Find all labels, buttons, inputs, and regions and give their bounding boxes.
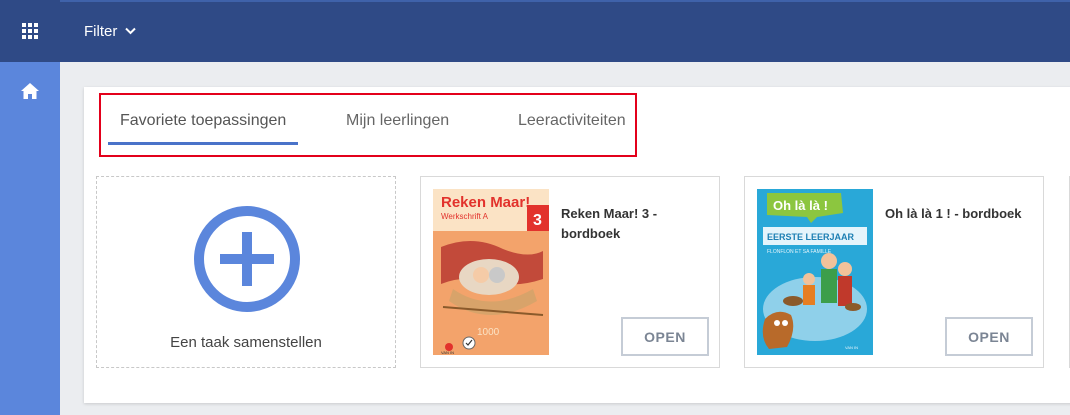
book-cover-oh-la-la[interactable]: Oh là là ! EERSTE LEERJAAR FLONFLON ET S… xyxy=(757,189,873,355)
apps-grid-icon xyxy=(22,23,38,39)
add-task-label: Een taak samenstellen xyxy=(170,334,322,351)
svg-text:VAN IN: VAN IN xyxy=(845,345,858,350)
active-tab-indicator xyxy=(108,142,298,145)
svg-text:1000: 1000 xyxy=(477,327,500,338)
book-cover-reken-maar[interactable]: Reken Maar! Werkschrift A 3 1000 VAN IN xyxy=(433,189,549,355)
svg-text:Werkschrift A: Werkschrift A xyxy=(441,212,489,221)
filter-label: Filter xyxy=(84,22,118,40)
sidebar xyxy=(0,0,60,415)
tab-leeractiviteiten[interactable]: Leeractiviteiten xyxy=(518,112,626,130)
chevron-down-icon xyxy=(125,27,137,35)
main-panel: Favoriete toepassingen Mijn leerlingen L… xyxy=(84,87,1070,403)
open-button[interactable]: OPEN xyxy=(621,317,709,356)
add-circle-icon xyxy=(194,206,300,312)
apps-button[interactable] xyxy=(0,0,60,62)
svg-text:VAN IN: VAN IN xyxy=(441,350,454,355)
top-bar: Filter xyxy=(60,0,1070,62)
tab-mijn-leerlingen[interactable]: Mijn leerlingen xyxy=(346,112,449,130)
home-button[interactable] xyxy=(0,62,60,120)
filter-dropdown[interactable]: Filter xyxy=(84,22,137,40)
svg-text:3: 3 xyxy=(533,212,542,229)
home-icon xyxy=(21,83,39,99)
svg-text:Reken Maar!: Reken Maar! xyxy=(441,194,530,211)
add-task-card[interactable]: Een taak samenstellen xyxy=(96,176,396,368)
open-button[interactable]: OPEN xyxy=(945,317,1033,356)
svg-text:Oh là là !: Oh là là ! xyxy=(773,198,828,213)
book-title: Oh là là 1 ! - bordboek xyxy=(885,206,1022,221)
tab-favoriete-toepassingen[interactable]: Favoriete toepassingen xyxy=(120,112,286,130)
svg-text:EERSTE LEERJAAR: EERSTE LEERJAAR xyxy=(767,232,855,242)
book-card: Reken Maar! Werkschrift A 3 1000 VAN IN … xyxy=(420,176,720,368)
book-card: Oh là là ! EERSTE LEERJAAR FLONFLON ET S… xyxy=(744,176,1044,368)
svg-text:FLONFLON ET SA FAMILLE: FLONFLON ET SA FAMILLE xyxy=(767,249,832,255)
book-title: Reken Maar! 3 - bordboek xyxy=(561,206,658,241)
